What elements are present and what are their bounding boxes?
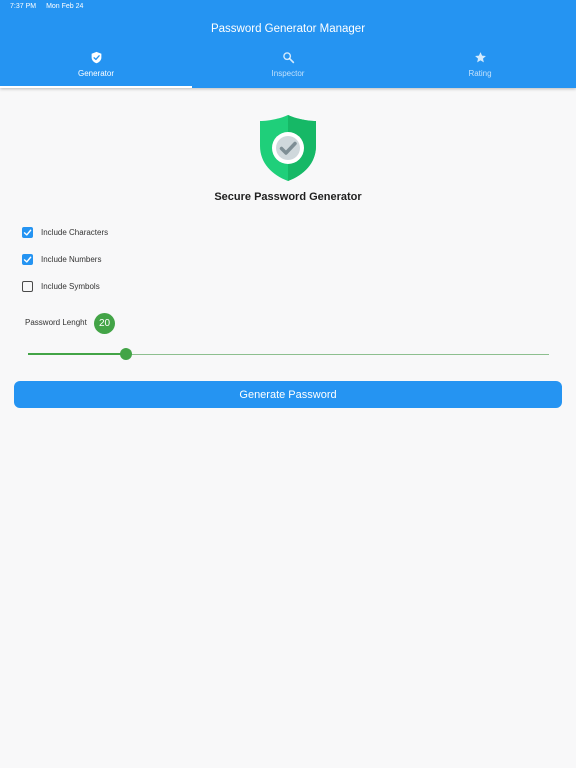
password-length-slider[interactable]: [28, 348, 549, 360]
password-length-badge: 20: [94, 313, 115, 334]
shield-check-icon: [91, 51, 101, 64]
tab-generator[interactable]: Generator: [0, 46, 192, 88]
include-numbers-option[interactable]: Include Numbers: [22, 253, 101, 265]
include-symbols-label: Include Symbols: [41, 281, 100, 291]
tab-inspector[interactable]: Inspector: [192, 46, 384, 88]
generate-password-button[interactable]: Generate Password: [14, 381, 562, 408]
include-characters-label: Include Characters: [41, 227, 109, 237]
app-header: 7:37 PM Mon Feb 24 Password Generator Ma…: [0, 0, 576, 88]
include-symbols-checkbox[interactable]: [22, 280, 33, 292]
app-title: Password Generator Manager: [210, 23, 366, 35]
include-characters-option[interactable]: Include Characters: [22, 226, 108, 238]
include-symbols-option[interactable]: Include Symbols: [22, 280, 100, 292]
checkmark-icon: [23, 229, 32, 236]
checkmark-icon: [23, 256, 32, 263]
include-numbers-checkbox[interactable]: [22, 253, 33, 265]
status-bar: 7:37 PM Mon Feb 24: [10, 3, 83, 13]
include-numbers-label: Include Numbers: [41, 254, 102, 264]
search-icon: [282, 52, 294, 64]
slider-fill: [28, 353, 126, 355]
status-date: Mon Feb 24: [46, 3, 84, 10]
shield-logo-icon: [260, 115, 316, 181]
status-time: 7:37 PM: [10, 3, 37, 10]
tab-inspector-label: Inspector: [271, 69, 305, 78]
tab-rating[interactable]: Rating: [384, 46, 576, 88]
star-icon: [474, 52, 486, 63]
tab-generator-label: Generator: [77, 69, 115, 78]
tab-bar: Generator Inspector Rating: [0, 46, 576, 88]
slider-thumb[interactable]: [120, 348, 132, 360]
tab-rating-label: Rating: [468, 69, 492, 78]
page-heading: Secure Password Generator: [214, 191, 362, 203]
password-length-label: Password Lenght: [25, 318, 87, 327]
include-characters-checkbox[interactable]: [22, 226, 33, 238]
